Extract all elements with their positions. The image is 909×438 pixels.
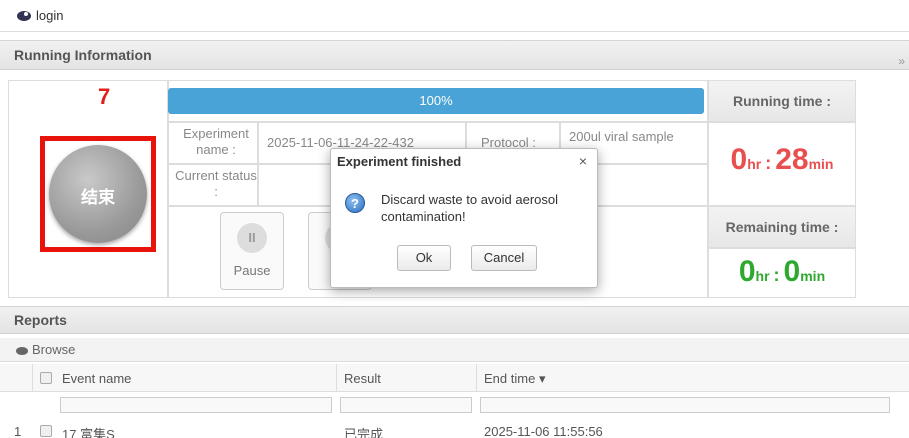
end-button-highlight: 结束 xyxy=(40,136,156,252)
ok-button[interactable]: Ok xyxy=(397,245,451,271)
browse-label: Browse xyxy=(32,342,76,357)
row-checkbox[interactable] xyxy=(40,425,52,437)
end-button-label: 结束 xyxy=(81,188,115,207)
reports-grid-header: Event name Result End time ▾ xyxy=(0,364,909,392)
end-button[interactable]: 结束 xyxy=(49,145,147,243)
event-name-filter-input[interactable] xyxy=(60,397,332,413)
column-header-result[interactable]: Result xyxy=(344,371,381,386)
reports-title: Reports xyxy=(14,312,67,328)
running-hours: 0 xyxy=(730,143,748,176)
running-time-label: Running time : xyxy=(733,93,831,109)
row-end-time: 2025-11-06 11:55:56 xyxy=(484,424,603,438)
question-icon: ? xyxy=(345,193,365,213)
running-information-title: Running Information xyxy=(14,47,152,63)
column-divider xyxy=(336,364,337,392)
filter-row xyxy=(0,394,909,418)
window-titlebar: login xyxy=(0,0,909,32)
progress-bar: 100% xyxy=(168,88,704,114)
step-number: 7 xyxy=(98,84,111,109)
pause-button[interactable]: II Pause xyxy=(220,212,284,290)
progress-text: 100% xyxy=(419,93,453,108)
remaining-hours: 0 xyxy=(738,255,756,288)
row-result: 已完成 xyxy=(344,427,384,438)
table-row[interactable]: 1 17 富集S 已完成 2025-11-06 11:55:56 xyxy=(0,420,909,438)
collapse-icon[interactable]: » xyxy=(898,47,905,75)
running-time-header: Running time : xyxy=(708,80,856,122)
running-hours-unit: hr xyxy=(747,156,762,172)
sort-down-icon: ▾ xyxy=(538,371,546,386)
column-divider xyxy=(476,364,477,392)
reports-header[interactable]: Reports xyxy=(0,306,909,334)
dialog-message: Discard waste to avoid aerosol contamina… xyxy=(381,192,559,224)
row-event-name: 17 富集S xyxy=(62,427,115,438)
result-filter-input[interactable] xyxy=(340,397,472,413)
window-title: login xyxy=(36,8,64,23)
running-time-value-cell: 0hr:28min xyxy=(708,122,856,206)
column-header-end-time-label: End time xyxy=(484,371,536,386)
remaining-minutes: 0 xyxy=(783,255,801,288)
experiment-finished-dialog: Experiment finished × ? Discard waste to… xyxy=(330,148,598,288)
eye-icon xyxy=(16,346,28,355)
app-logo-icon xyxy=(17,11,31,21)
protocol-value: 200ul viral sample xyxy=(569,129,674,144)
remaining-time-label: Remaining time : xyxy=(725,219,839,235)
remaining-minutes-unit: min xyxy=(800,268,826,284)
remaining-time-value-cell: 0hr:0min xyxy=(708,248,856,298)
row-index: 1 xyxy=(14,424,22,438)
dialog-title: Experiment finished xyxy=(337,154,462,169)
current-status-label: Current status : xyxy=(175,168,257,199)
browse-bar[interactable]: Browse xyxy=(0,338,909,362)
pause-button-label: Pause xyxy=(233,263,271,278)
column-header-event-name[interactable]: Event name xyxy=(62,371,131,386)
end-time-filter-input[interactable] xyxy=(480,397,890,413)
cancel-button[interactable]: Cancel xyxy=(471,245,537,271)
column-divider xyxy=(32,364,33,392)
close-icon[interactable]: × xyxy=(579,153,587,169)
running-minutes-unit: min xyxy=(808,156,834,172)
running-information-header[interactable]: Running Information » xyxy=(0,40,909,70)
remaining-hours-unit: hr xyxy=(755,268,770,284)
column-header-end-time[interactable]: End time ▾ xyxy=(484,371,545,387)
remaining-time-separator: : xyxy=(773,265,780,285)
select-all-checkbox[interactable] xyxy=(40,372,52,384)
current-status-label-cell: Current status : xyxy=(168,164,258,206)
remaining-time-header: Remaining time : xyxy=(708,206,856,248)
running-time-separator: : xyxy=(765,153,772,173)
experiment-name-label-cell: Experiment name : xyxy=(168,122,258,164)
pause-icon: II xyxy=(237,223,267,253)
running-minutes: 28 xyxy=(775,143,809,176)
experiment-name-label: Experiment name : xyxy=(183,126,249,157)
